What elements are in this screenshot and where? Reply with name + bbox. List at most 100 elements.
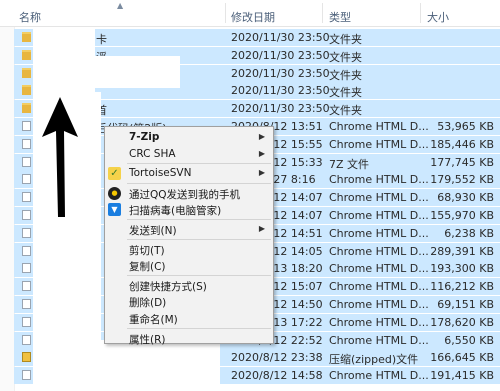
cell-type: Chrome HTML D... (329, 226, 429, 240)
column-divider[interactable] (420, 3, 421, 23)
cell-date: 2020/11/30 23:50 (231, 102, 330, 116)
menu-separator (127, 238, 271, 240)
cell-size: 116,212 KB (430, 280, 494, 294)
menu-item[interactable]: 发送到(N) ▶ (105, 221, 273, 238)
cell-type: 文件夹 (329, 86, 362, 100)
cell-type: Chrome HTML D... (329, 173, 429, 187)
menu-item-label: 7-Zip (129, 131, 160, 143)
menu-item[interactable]: 7-Zip ▶ (105, 129, 273, 146)
menu-item[interactable]: 剪切(T) (105, 241, 273, 258)
column-divider[interactable] (225, 3, 226, 23)
zip-icon (22, 352, 31, 363)
cell-type: 文件夹 (329, 50, 362, 64)
cell-type: Chrome HTML D... (329, 333, 429, 347)
context-menu: 7-Zip ▶ CRC SHA ▶ ✓ TortoiseSVN ▶ ● 通过QQ发送到我的手机 ▼… (104, 126, 274, 347)
file-icon (22, 245, 31, 256)
tortoise-icon: ✓ (108, 167, 121, 181)
column-header-name[interactable]: 名称 (19, 9, 41, 25)
submenu-arrow-icon: ▶ (258, 168, 265, 178)
column-header-size[interactable]: 大小 (427, 9, 449, 25)
cell-size: 155,970 KB (430, 209, 494, 222)
cell-type: 文件夹 (329, 68, 362, 82)
cell-size: 53,965 KB (437, 120, 494, 133)
file-icon (22, 174, 31, 185)
menu-item-label: 通过QQ发送到我的手机 (129, 188, 241, 201)
menu-item-label: 扫描病毒(电脑管家) (129, 205, 222, 218)
cell-size: 68,930 KB (437, 191, 494, 205)
file-icon (22, 281, 31, 292)
menu-item[interactable]: ✓ TortoiseSVN ▶ (105, 165, 273, 182)
column-header-modified[interactable]: 修改日期 (231, 9, 275, 25)
file-icon (22, 192, 31, 203)
menu-item-label: 属性(R) (129, 333, 166, 346)
file-icon (22, 227, 31, 238)
file-icon (22, 334, 31, 345)
menu-item-label: 创建快捷方式(S) (129, 280, 207, 293)
menu-item[interactable]: 属性(R) (105, 330, 273, 347)
cell-type: Chrome HTML D... (329, 298, 429, 311)
cell-size: 6,550 KB (444, 333, 494, 347)
cell-type: 文件夹 (329, 33, 362, 46)
file-icon (22, 263, 31, 274)
file-icon (22, 121, 31, 131)
cell-date: 2020/11/30 23:50 (231, 66, 330, 80)
folder-icon (22, 32, 31, 42)
menu-separator (127, 182, 271, 184)
sort-ascending-icon: ▲ (117, 1, 124, 10)
cell-size: 69,151 KB (437, 298, 494, 311)
menu-item-label: 重命名(M) (129, 314, 178, 326)
file-icon (22, 316, 31, 327)
cell-date: 2020/11/30 23:50 (231, 84, 330, 98)
file-icon (22, 138, 31, 149)
cell-type: Chrome HTML D... (329, 244, 429, 258)
menu-item[interactable]: 重命名(M) (105, 310, 273, 327)
cell-type: Chrome HTML D... (329, 369, 429, 383)
column-divider[interactable] (322, 3, 323, 23)
menu-item-label: 剪切(T) (129, 244, 165, 257)
cell-type: 文件夹 (329, 104, 362, 118)
qq-icon: ● (108, 186, 121, 200)
folder-icon (22, 67, 31, 78)
cell-type: Chrome HTML D... (329, 280, 429, 294)
menu-item[interactable]: 删除(D) (105, 293, 273, 310)
column-header-bar: ▲ 名称 修改日期 类型 大小 (0, 0, 500, 27)
cell-date: 2020/11/30 23:50 (231, 31, 330, 44)
cell-type: 7Z 文件 (329, 157, 370, 171)
menu-item[interactable]: ▼ 扫描病毒(电脑管家) (105, 201, 273, 218)
menu-item[interactable]: CRC SHA ▶ (105, 146, 273, 163)
cell-type: Chrome HTML D... (329, 191, 429, 205)
cell-size: 178,620 KB (430, 315, 494, 329)
cell-size: 185,446 KB (430, 137, 494, 151)
menu-separator (127, 274, 271, 276)
cell-type: Chrome HTML D... (329, 137, 429, 151)
cell-size: 177,745 KB (430, 155, 494, 169)
menu-separator (127, 219, 271, 220)
file-icon (22, 156, 31, 167)
column-header-type[interactable]: 类型 (329, 9, 351, 25)
menu-item[interactable]: 复制(C) (105, 257, 273, 274)
submenu-arrow-icon: ▶ (258, 148, 265, 158)
folder-icon (22, 103, 31, 114)
cell-date: 2020/11/30 23:50 (231, 48, 330, 62)
menu-item-label: TortoiseSVN (129, 167, 192, 180)
cell-size: 6,238 KB (444, 226, 494, 240)
annotation-arrow-icon (42, 97, 78, 217)
menu-item[interactable]: 创建快捷方式(S) (105, 277, 273, 294)
cell-type: 压缩(zipped)文件 (329, 353, 419, 367)
cell-date: 2020/8/12 14:58 (231, 369, 323, 383)
file-icon (22, 210, 31, 220)
submenu-arrow-icon: ▶ (258, 132, 265, 141)
folder-icon (22, 85, 31, 96)
cell-size: 179,552 KB (430, 173, 494, 187)
navigation-gutter (0, 27, 15, 391)
menu-item[interactable]: ● 通过QQ发送到我的手机 (105, 185, 273, 202)
cell-size: 166,645 KB (430, 351, 494, 365)
file-icon (22, 370, 31, 381)
submenu-arrow-icon: ▶ (258, 224, 265, 233)
cell-name: 卡 (96, 33, 107, 46)
cell-size: 193,300 KB (430, 262, 494, 276)
redaction-block (100, 340, 220, 391)
file-icon (22, 299, 31, 309)
cell-size: 289,391 KB (430, 244, 494, 258)
cell-type: Chrome HTML D... (329, 120, 429, 133)
